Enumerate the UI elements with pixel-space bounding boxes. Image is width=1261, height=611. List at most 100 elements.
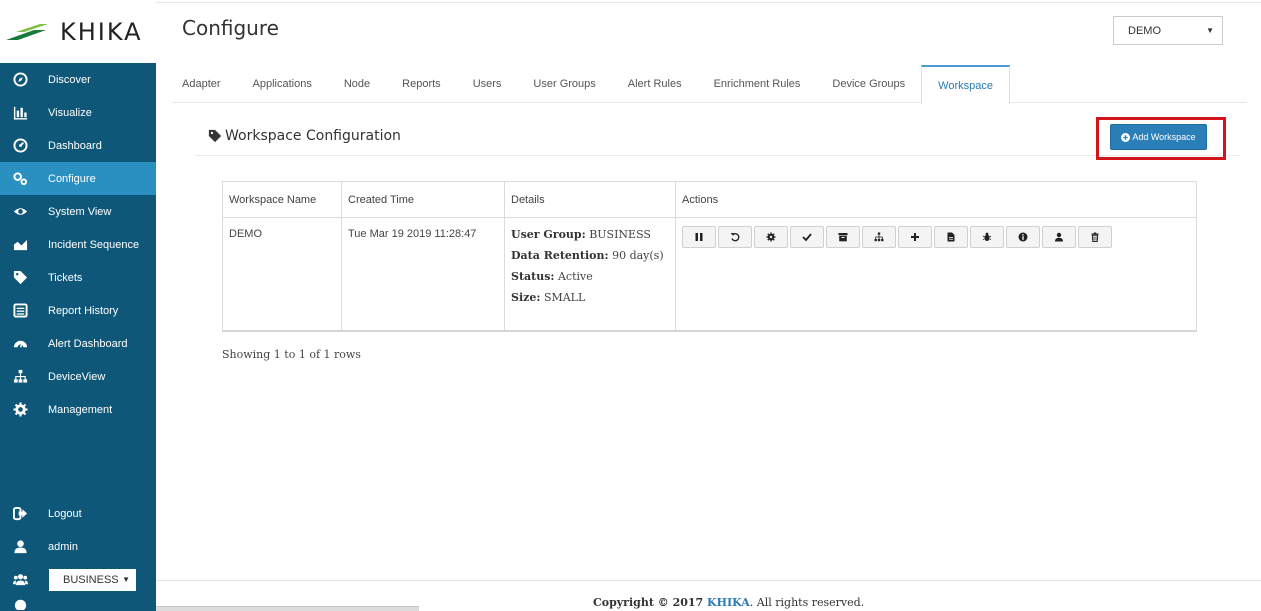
sidebar-item-alert-dashboard[interactable]: Alert Dashboard [0,327,156,360]
user-group-select[interactable]: BUSINESS ▼ [49,568,136,591]
file-button[interactable] [934,226,968,248]
caret-down-icon: ▼ [122,575,130,584]
sidebar-item-configure[interactable]: Configure [0,162,156,195]
cell-created-time: Tue Mar 19 2019 11:28:47 [341,217,505,332]
cell-details: User Group: BUSINESS Data Retention: 90 … [504,217,676,332]
cell-actions [675,217,1197,332]
sidebar-item-dashboard[interactable]: Dashboard [0,129,156,162]
settings-button[interactable] [754,226,788,248]
pause-button[interactable] [682,226,716,248]
panel-title-text: Workspace Configuration [225,128,401,144]
compass-icon [13,72,28,87]
debug-button[interactable] [970,226,1004,248]
khika-logo[interactable]: KHIKA [0,0,156,63]
list-icon [13,303,28,318]
footer-brand-link[interactable]: KHIKA [707,596,750,609]
refresh-button[interactable] [718,226,752,248]
info-button[interactable] [1006,226,1040,248]
sidebar-item-label: Discover [48,73,91,86]
tab-reports[interactable]: Reports [386,65,457,103]
plus-icon [911,233,919,241]
caret-down-icon: ▼ [1206,26,1214,35]
tab-applications[interactable]: Applications [237,65,328,103]
user-label: admin [48,540,78,553]
info-icon [1018,232,1028,242]
workspace-select-value: DEMO [1128,24,1161,37]
sidebar-item-label: Tickets [48,271,83,284]
user-icon [1055,232,1063,242]
add-button[interactable] [898,226,932,248]
panel-title: Workspace Configuration [208,128,401,144]
circle-icon [14,599,27,610]
column-header-actions: Actions [675,181,1197,218]
table-row: DEMO Tue Mar 19 2019 11:28:47 User Group… [222,217,1197,332]
footer: Copyright © 2017 KHIKA. All rights reser… [593,596,864,609]
gears-icon [13,172,28,186]
workspace-select[interactable]: DEMO ▼ [1113,16,1223,45]
tab-enrichment-rules[interactable]: Enrichment Rules [698,65,817,103]
sidebar-item-label: Incident Sequence [48,238,140,251]
sidebar-item-logout[interactable]: Logout [0,497,156,530]
activate-button[interactable] [790,226,824,248]
gear-icon [766,232,776,242]
sidebar: Discover Visualize Dashboard Configure S… [0,63,156,611]
detail-size: Size: SMALL [511,291,586,304]
sidebar-item-incident-sequence[interactable]: Incident Sequence [0,228,156,261]
tab-workspace[interactable]: Workspace [921,65,1010,104]
sidebar-item-label: Alert Dashboard [48,337,128,350]
sidebar-item-user[interactable]: admin [0,530,156,563]
sidebar-item-label: Configure [48,172,96,185]
cell-workspace-name: DEMO [222,217,342,332]
column-header-workspace-name[interactable]: Workspace Name [222,181,342,218]
dashboard-icon [13,138,28,153]
add-workspace-button[interactable]: Add Workspace [1110,124,1207,150]
sitemap-icon [13,369,28,383]
tab-users[interactable]: Users [457,65,518,103]
sidebar-item-label: DeviceView [48,370,106,383]
user-button[interactable] [1042,226,1076,248]
panel-header: Workspace Configuration [195,118,1240,156]
gear-icon [13,402,28,417]
trash-icon [1091,232,1099,242]
bar-chart-icon [13,106,28,120]
sidebar-item-label: Report History [48,304,119,317]
sidebar-item-visualize[interactable]: Visualize [0,96,156,129]
sidebar-item-deviceview[interactable]: DeviceView [0,360,156,393]
user-group-select-value: BUSINESS [63,573,119,586]
archive-icon [838,233,848,242]
column-header-created-time[interactable]: Created Time [341,181,505,218]
table-header-row: Workspace Name Created Time Details Acti… [222,181,1197,218]
sidebar-item-partial[interactable] [0,596,156,610]
file-icon [947,232,955,242]
area-chart-icon [13,239,28,251]
refresh-icon [730,232,740,242]
user-icon [14,540,27,554]
sidebar-item-system-view[interactable]: System View [0,195,156,228]
sidebar-item-discover[interactable]: Discover [0,63,156,96]
tab-adapter[interactable]: Adapter [172,65,237,103]
tab-device-groups[interactable]: Device Groups [816,65,921,103]
column-header-details[interactable]: Details [504,181,676,218]
plus-circle-icon [1121,132,1131,142]
page-title: Configure [182,16,279,40]
sidebar-item-management[interactable]: Management [0,393,156,426]
add-workspace-label: Add Workspace [1132,132,1196,142]
logo-text: KHIKA [60,17,143,46]
eye-icon [13,208,28,215]
delete-button[interactable] [1078,226,1112,248]
sidebar-item-tickets[interactable]: Tickets [0,261,156,294]
tab-user-groups[interactable]: User Groups [517,65,611,103]
bug-icon [982,232,992,241]
hierarchy-button[interactable] [862,226,896,248]
sidebar-item-report-history[interactable]: Report History [0,294,156,327]
workspace-table: Workspace Name Created Time Details Acti… [222,181,1197,332]
tab-node[interactable]: Node [328,65,386,103]
logout-label: Logout [48,507,82,520]
archive-button[interactable] [826,226,860,248]
tab-alert-rules[interactable]: Alert Rules [612,65,698,103]
top-divider [156,2,1261,3]
horizontal-scrollbar[interactable] [156,606,419,611]
sidebar-group-row: BUSINESS ▼ [0,563,156,596]
detail-retention: Data Retention: 90 day(s) [511,249,664,262]
check-icon [802,233,812,242]
